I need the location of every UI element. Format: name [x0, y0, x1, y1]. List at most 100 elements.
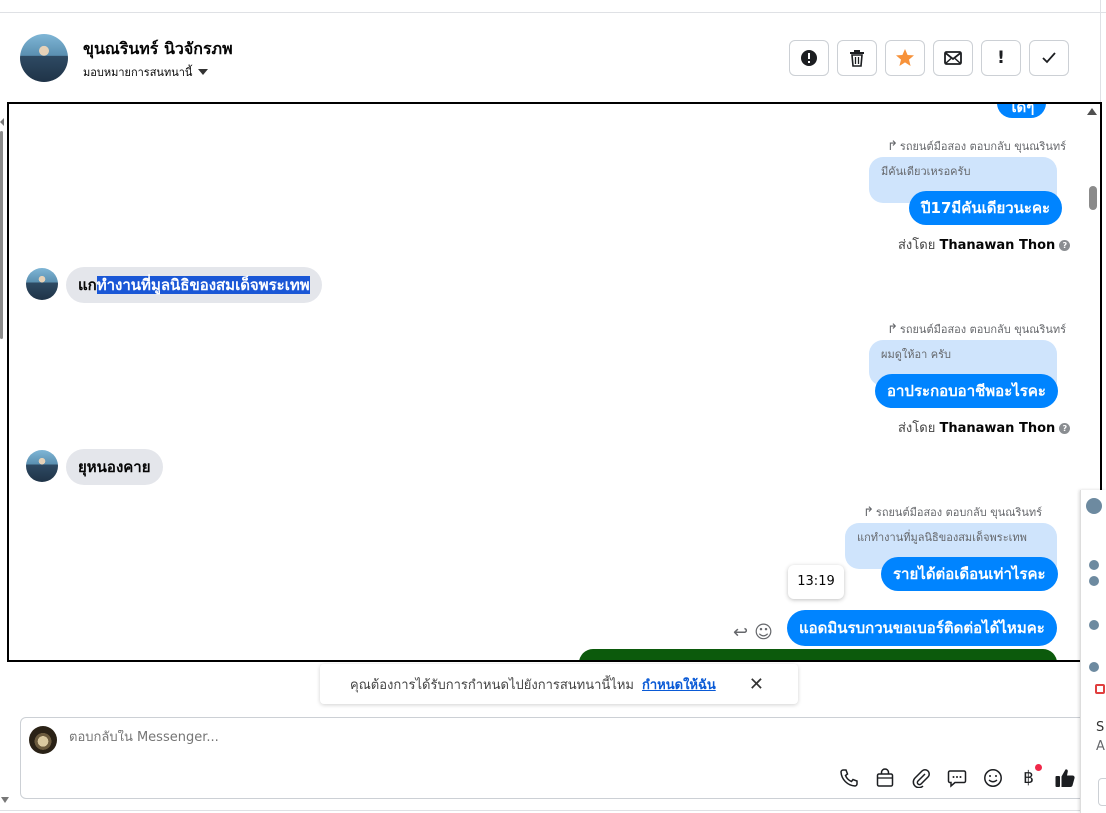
avatar: [1089, 662, 1099, 672]
outgoing-message[interactable]: รายได้ต่อเดือนเท่าไรคะ: [881, 557, 1058, 591]
outgoing-message[interactable]: ได้ๆ: [997, 102, 1047, 118]
caret-down-icon: [198, 69, 209, 75]
divider: [0, 810, 1106, 811]
avatar: [1089, 560, 1099, 570]
message-text: ได้ๆ: [1009, 102, 1035, 116]
sent-by-label: ส่งโดย: [898, 421, 936, 436]
selected-text: ทำงานที่มูลนิธิของสมเด็จพระเทพ: [96, 276, 310, 294]
contact-avatar-small[interactable]: [26, 268, 58, 300]
saved-replies-button[interactable]: [945, 766, 968, 789]
star-button[interactable]: [885, 40, 925, 76]
side-panel-text: A: [1096, 739, 1105, 754]
sent-by: ส่งโดย Thanawan Thon?: [898, 417, 1071, 438]
shopping-bag-icon: [876, 767, 893, 787]
phone-icon: [839, 768, 858, 787]
help-icon[interactable]: ?: [1059, 240, 1071, 251]
message-text: ปี17มีคันเดียวนะคะ: [921, 199, 1051, 217]
sender-name: Thanawan Thon: [939, 238, 1056, 253]
conversation-header: ขุนณรินทร์ นิวจักรภพ มอบหมายการสนทนานี้ …: [8, 14, 1100, 102]
sent-by: ส่งโดย Thanawan Thon?: [898, 234, 1071, 255]
outgoing-message[interactable]: อาประกอบอาชีพอะไรคะ: [875, 374, 1058, 408]
outgoing-message[interactable]: แอดมินรบกวนขอเบอร์ติดต่อได้ไหมคะ: [787, 610, 1057, 646]
delete-button[interactable]: [837, 40, 877, 76]
assign-suggestion-banner: คุณต้องการได้รับการกำหนดไปยังการสนทนานี้…: [320, 664, 798, 704]
assign-to-me-link[interactable]: กำหนดให้ฉัน: [642, 674, 716, 695]
message-text: แอดมินรบกวนขอเบอร์ติดต่อได้ไหมคะ: [799, 619, 1045, 637]
reply-meta-text: รถยนต์มือสอง ตอบกลับ ขุนณรินทร์: [899, 323, 1067, 336]
emoji-icon: [983, 768, 1002, 787]
paperclip-icon: [912, 768, 930, 788]
call-button[interactable]: [837, 766, 860, 789]
contact-avatar-small[interactable]: [26, 450, 58, 482]
quoted-text: แกทำงานที่มูลนิธิของสมเด็จพระเทพ: [857, 531, 1027, 544]
reply-meta-text: รถยนต์มือสอง ตอบกลับ ขุนณรินทร์: [875, 506, 1043, 519]
payment-button[interactable]: ฿: [1017, 764, 1042, 789]
composer-toolbar: ฿: [837, 764, 1076, 789]
shop-button[interactable]: [873, 766, 896, 789]
emoji-button[interactable]: [981, 766, 1004, 789]
mark-done-button[interactable]: [1029, 40, 1069, 76]
reply-meta: ↱ รถยนต์มือสอง ตอบกลับ ขุนณรินทร์: [863, 503, 1042, 521]
like-button[interactable]: [1053, 766, 1076, 789]
timestamp-text: 13:19: [797, 574, 835, 589]
reply-input[interactable]: [69, 730, 669, 745]
message-text: แก: [78, 276, 97, 294]
reply-meta: ↱ รถยนต์มือสอง ตอบกลับ ขุนณรินทร์: [887, 137, 1066, 155]
star-icon: [896, 49, 914, 66]
trash-icon: [850, 50, 864, 67]
mark-spam-button[interactable]: [789, 40, 829, 76]
mail-icon: [944, 51, 962, 65]
sender-name: Thanawan Thon: [939, 421, 1056, 436]
scrollbar-thumb[interactable]: [1089, 186, 1097, 210]
help-icon[interactable]: ?: [1059, 423, 1071, 434]
react-emoji-icon[interactable]: ☺: [754, 622, 773, 643]
left-scroll-up-arrow[interactable]: [0, 118, 4, 126]
message-text: ยุหนองคาย: [78, 458, 151, 476]
message-text: รายได้ต่อเดือนเท่าไรคะ: [893, 565, 1046, 583]
baht-icon: ฿: [1023, 767, 1034, 788]
message-thread[interactable]: ได้ๆ ↱ รถยนต์มือสอง ตอบกลับ ขุนณรินทร์ ม…: [7, 102, 1102, 662]
close-icon[interactable]: ✕: [749, 674, 764, 695]
attach-button[interactable]: [909, 766, 932, 789]
sent-by-label: ส่งโดย: [898, 238, 936, 253]
avatar: [1089, 576, 1099, 586]
reply-meta-text: รถยนต์มือสอง ตอบกลับ ขุนณรินทร์: [899, 140, 1067, 153]
alert-circle-icon: [801, 50, 817, 66]
app-window: ขุนณรินทร์ นิวจักรภพ มอบหมายการสนทนานี้ …: [0, 0, 1106, 813]
reply-icon[interactable]: ↩: [733, 622, 748, 643]
mark-unread-button[interactable]: [933, 40, 973, 76]
suggestion-text: คุณต้องการได้รับการกำหนดไปยังการสนทนานี้…: [350, 677, 634, 693]
message-timestamp-tooltip: 13:19: [788, 565, 844, 599]
side-panel-button[interactable]: [1098, 778, 1106, 806]
side-panel-preview[interactable]: S A: [1080, 490, 1106, 813]
exclamation-icon: !: [997, 48, 1005, 68]
incoming-message[interactable]: ยุหนองคาย: [66, 449, 163, 485]
reply-meta: ↱ รถยนต์มือสอง ตอบกลับ ขุนณรินทร์: [887, 320, 1066, 338]
contact-avatar[interactable]: [20, 34, 68, 82]
avatar: [1089, 620, 1099, 630]
check-icon: [1042, 52, 1056, 64]
reply-composer: ฿: [20, 717, 1088, 799]
assign-conversation-dropdown[interactable]: มอบหมายการสนทนานี้: [83, 63, 209, 81]
notification-dot: [1035, 764, 1042, 771]
image-message-preview[interactable]: [579, 649, 1057, 660]
outgoing-message[interactable]: ปี17มีคันเดียวนะคะ: [909, 191, 1063, 225]
scroll-up-arrow[interactable]: [1087, 108, 1097, 115]
assign-label: มอบหมายการสนทนานี้: [83, 66, 193, 79]
avatar: [1086, 498, 1102, 514]
message-actions: ↩ ☺: [733, 622, 773, 643]
app-icon: [1095, 684, 1105, 694]
saved-replies-icon: [947, 769, 966, 788]
side-panel-text: S: [1096, 720, 1105, 735]
contact-name[interactable]: ขุนณรินทร์ นิวจักรภพ: [83, 37, 233, 62]
thumbs-up-icon: [1055, 768, 1075, 787]
follow-up-button[interactable]: !: [981, 40, 1021, 76]
left-scrollbar-thumb[interactable]: [0, 131, 3, 339]
message-text: อาประกอบอาชีพอะไรคะ: [887, 382, 1046, 400]
incoming-message[interactable]: แกทำงานที่มูลนิธิของสมเด็จพระเทพ: [66, 267, 322, 303]
reply-arrow-icon: ↱: [887, 321, 898, 337]
page-avatar: [29, 726, 57, 754]
quoted-text: ผมดูให้อา ครับ: [881, 348, 951, 361]
left-scroll-down-arrow[interactable]: [1, 797, 9, 803]
reply-arrow-icon: ↱: [887, 138, 898, 154]
